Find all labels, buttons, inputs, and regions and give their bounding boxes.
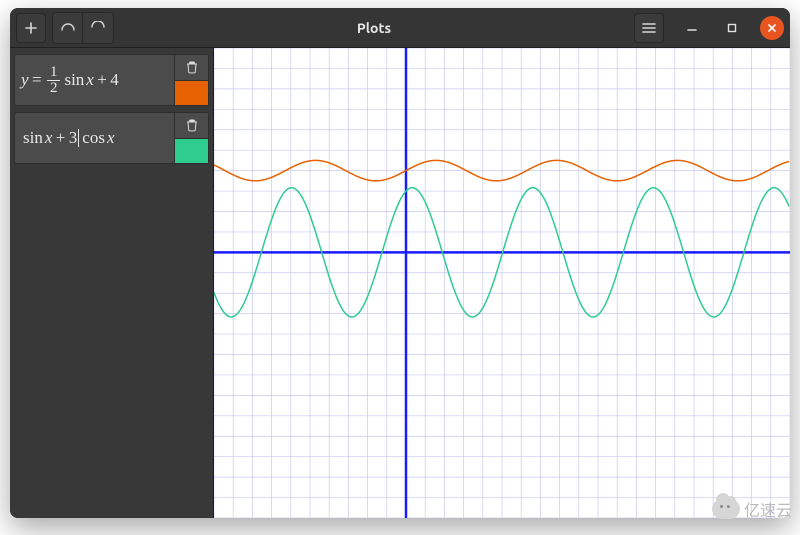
- grid: [214, 48, 790, 518]
- delete-equation-button[interactable]: [175, 113, 208, 139]
- titlebar: Plots: [10, 8, 790, 48]
- undo-button[interactable]: [53, 13, 83, 43]
- close-button[interactable]: [760, 16, 784, 40]
- redo-icon: [90, 21, 106, 35]
- equation-input[interactable]: y = 12sinx + 4: [15, 55, 174, 105]
- window-title: Plots: [120, 20, 628, 36]
- equation-sidebar: y = 12sinx + 4 sinx + 3cosx: [10, 48, 214, 518]
- redo-button[interactable]: [83, 13, 113, 43]
- equation-card: sinx + 3cosx: [14, 112, 209, 164]
- minimize-button[interactable]: [680, 16, 704, 40]
- close-icon: [767, 23, 777, 33]
- minimize-icon: [687, 23, 697, 33]
- add-button[interactable]: [16, 13, 46, 43]
- equation-input[interactable]: sinx + 3cosx: [15, 113, 174, 163]
- equation-card: y = 12sinx + 4: [14, 54, 209, 106]
- maximize-icon: [727, 23, 737, 33]
- plot-canvas[interactable]: [214, 48, 790, 518]
- trash-icon: [185, 60, 199, 74]
- plot-svg: [214, 48, 790, 518]
- hamburger-icon: [642, 22, 656, 34]
- trash-icon: [185, 118, 199, 132]
- equation-color-swatch[interactable]: [175, 81, 208, 106]
- undo-icon: [60, 21, 76, 35]
- maximize-button[interactable]: [720, 16, 744, 40]
- delete-equation-button[interactable]: [175, 55, 208, 81]
- menu-button[interactable]: [634, 13, 664, 43]
- app-window: Plots y = 12sinx + 4 sinx + 3cosx: [10, 8, 790, 518]
- plus-icon: [24, 21, 38, 35]
- equation-color-swatch[interactable]: [175, 139, 208, 164]
